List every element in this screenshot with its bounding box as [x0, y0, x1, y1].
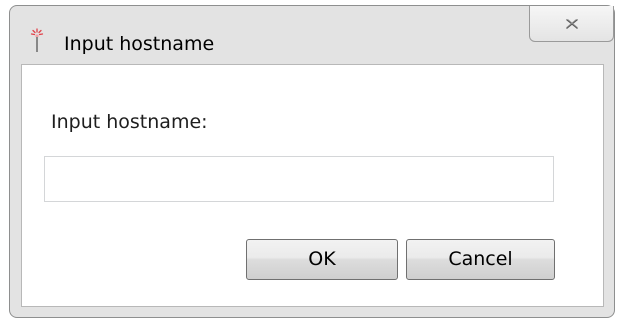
close-icon: [566, 18, 578, 30]
sparkle-torch-icon: [30, 28, 44, 54]
cancel-button[interactable]: Cancel: [406, 239, 555, 280]
ok-button[interactable]: OK: [246, 239, 398, 280]
hostname-input[interactable]: [44, 156, 554, 202]
window-title: Input hostname: [64, 33, 215, 55]
dialog-content: Input hostname: OK Cancel: [21, 64, 604, 307]
dialog-window: Input hostname Input hostname: OK Cancel: [9, 5, 615, 318]
close-button[interactable]: [529, 6, 614, 42]
hostname-label: Input hostname:: [51, 111, 208, 133]
title-bar[interactable]: Input hostname: [10, 6, 614, 66]
